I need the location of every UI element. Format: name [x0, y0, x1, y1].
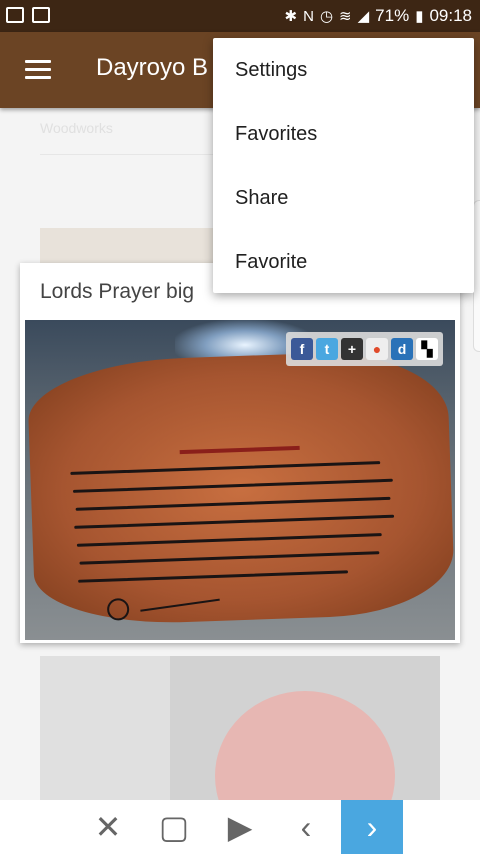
menu-item-favorites[interactable]: Favorites	[213, 102, 474, 166]
googleplus-icon[interactable]: +	[341, 338, 363, 360]
scroll-seal	[106, 597, 130, 621]
scroll-text-line	[74, 514, 395, 529]
alarm-icon: ◷	[319, 8, 334, 25]
scroll-text-line	[72, 478, 393, 493]
reddit-icon[interactable]: ●	[366, 338, 388, 360]
battery-icon: ▮	[415, 8, 424, 25]
menu-item-favorite[interactable]: Favorite	[213, 230, 474, 294]
twitter-icon[interactable]: t	[316, 338, 338, 360]
scroll-text-line	[78, 570, 349, 583]
share-bar: f t + ● d ▚	[286, 332, 443, 366]
mail-icon	[32, 7, 50, 23]
card-image[interactable]: f t + ● d ▚	[25, 320, 455, 640]
status-right: ✱ N ◷ ≋ ◢ 71% ▮ 09:18	[285, 6, 472, 26]
scroll-indicator[interactable]	[473, 200, 480, 352]
forward-icon[interactable]: ›	[341, 800, 403, 854]
post-card[interactable]: Lords Prayer big f t + ● d ▚	[20, 263, 460, 643]
back-icon[interactable]: ‹	[275, 800, 337, 854]
breadcrumb[interactable]: Woodworks	[40, 120, 113, 136]
close-icon[interactable]: ✕	[77, 800, 139, 854]
status-bar: ✱ N ◷ ≋ ◢ 71% ▮ 09:18	[0, 0, 480, 32]
overflow-menu: Settings Favorites Share Favorite	[213, 38, 474, 293]
menu-item-share[interactable]: Share	[213, 166, 474, 230]
battery-percent: 71%	[375, 6, 410, 25]
delicious-icon[interactable]: ▚	[416, 338, 438, 360]
hamburger-menu-icon[interactable]	[25, 60, 51, 80]
scroll-text-line	[76, 533, 382, 547]
card-title[interactable]: Lords Prayer big	[40, 280, 194, 304]
facebook-icon[interactable]: f	[291, 338, 313, 360]
nfc-icon: N	[303, 7, 314, 25]
status-time: 09:18	[429, 6, 472, 25]
scroll-heading	[179, 431, 300, 455]
scroll-text-line	[75, 496, 391, 511]
play-icon[interactable]: ▶	[209, 800, 271, 854]
signal-icon: ◢	[357, 8, 370, 25]
app-title: Dayroyo B	[96, 54, 209, 81]
wifi-icon: ≋	[339, 8, 352, 25]
bottom-nav: ✕ ▢ ▶ ‹ ›	[0, 800, 480, 854]
scroll-signature	[140, 598, 220, 612]
leather-scroll	[26, 348, 455, 628]
scroll-text-line	[79, 551, 380, 565]
menu-item-settings[interactable]: Settings	[213, 38, 474, 102]
digg-icon[interactable]: d	[391, 338, 413, 360]
status-left-icons	[6, 7, 50, 23]
gallery-icon	[6, 7, 24, 23]
next-card[interactable]	[40, 656, 440, 800]
stop-icon[interactable]: ▢	[143, 800, 205, 854]
scroll-text-line	[70, 461, 381, 475]
bluetooth-icon: ✱	[284, 8, 298, 25]
